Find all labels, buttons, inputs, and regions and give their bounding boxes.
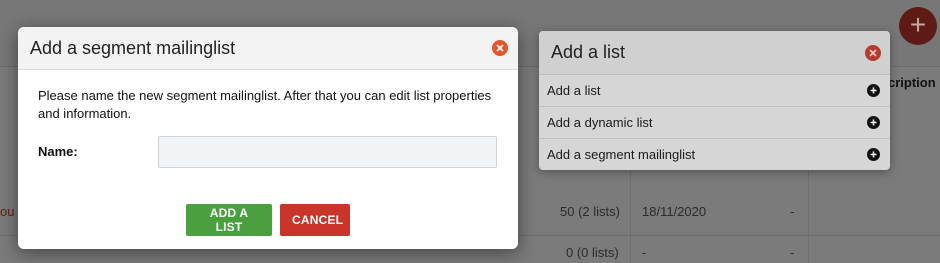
dialog-title: Add a segment mailinglist [30,37,236,58]
panel-title: Add a list [551,42,626,62]
background-cell-extra: - [790,245,795,260]
close-icon[interactable] [492,40,508,56]
background-cell-date: - [642,245,647,260]
panel-item-add-segment-mailinglist[interactable]: Add a segment mailinglist [539,139,890,170]
background-cell-count: 50 (2 lists) [560,204,620,219]
plus-icon [867,148,880,161]
background-column-header: cription [888,75,936,90]
name-input[interactable] [158,136,497,168]
add-segment-mailinglist-dialog: Add a segment mailinglist Please name th… [18,27,518,249]
dialog-description: Please name the new segment mailinglist.… [38,88,492,121]
background-red-link: ou [0,204,15,219]
add-list-button[interactable]: ADD A LIST [186,204,272,236]
panel-item-label: Add a dynamic list [547,115,653,130]
panel-header: Add a list [539,31,890,75]
panel-item-add-list[interactable]: Add a list [539,75,890,107]
cancel-button[interactable]: CANCEL [280,204,350,236]
panel-item-add-dynamic-list[interactable]: Add a dynamic list [539,107,890,139]
background-cell-count: 0 (0 lists) [566,245,619,260]
add-list-fab[interactable]: + [899,7,937,45]
name-row: Name: [38,136,498,168]
dialog-header: Add a segment mailinglist [18,27,518,70]
dialog-body: Please name the new segment mailinglist.… [18,70,518,168]
panel-item-label: Add a list [547,83,601,98]
name-label: Name: [38,144,78,159]
plus-icon [867,84,880,97]
plus-icon: + [909,9,927,40]
background-cell-extra: - [790,204,795,219]
close-icon[interactable] [865,44,881,61]
panel-item-label: Add a segment mailinglist [547,147,696,162]
background-cell-date: 18/11/2020 [642,204,707,219]
add-list-panel: Add a list Add a list Add a dynamic list… [539,31,890,170]
dialog-footer: ADD A LIST CANCEL [18,204,518,236]
plus-icon [867,116,880,129]
